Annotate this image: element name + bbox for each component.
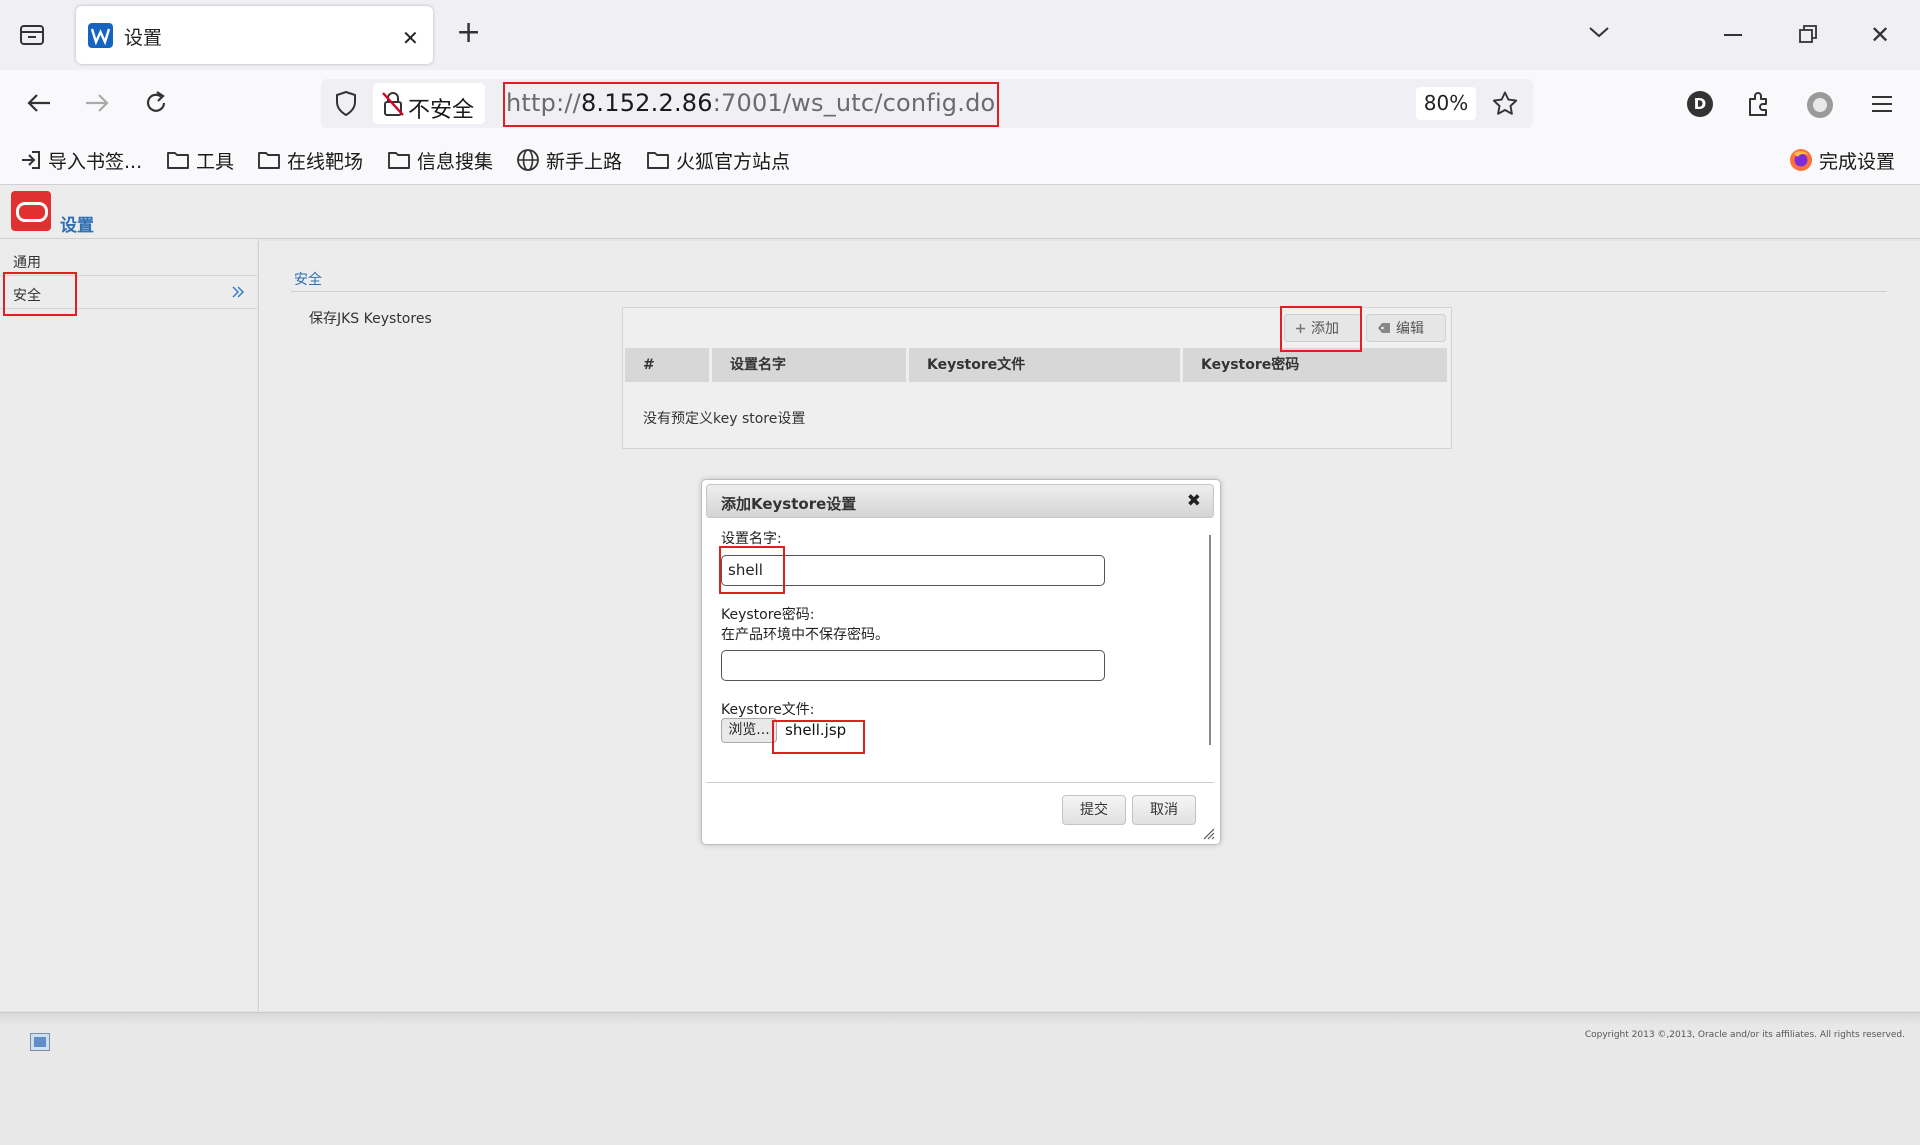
edit-button-label: 编辑 xyxy=(1396,321,1424,337)
menu-icon[interactable] xyxy=(1871,94,1893,114)
site-favicon xyxy=(88,23,113,48)
bookmark-folder-range[interactable]: 在线靶场 xyxy=(257,146,363,174)
new-tab-icon[interactable]: + xyxy=(456,18,481,48)
app-title: 设置 xyxy=(60,216,94,236)
bookmark-label: 在线靶场 xyxy=(287,150,364,173)
dialog-divider xyxy=(706,782,1214,783)
bookmark-folder-info[interactable]: 信息搜集 xyxy=(387,146,493,174)
dialog-title: 添加Keystore设置 xyxy=(721,495,857,513)
bookmark-import[interactable]: 导入书签... xyxy=(20,146,142,174)
chevron-down-icon[interactable] xyxy=(1588,24,1610,40)
extensions-icon[interactable] xyxy=(1746,90,1772,118)
bookmarks-bar: 导入书签... 工具 在线靶场 信息搜集 新手上路 火狐官方站点 完成设置 xyxy=(0,136,1920,185)
tab-strip: 设置 ✕ + ✕ xyxy=(0,0,1920,70)
password-input[interactable] xyxy=(721,650,1105,681)
double-chevron-right-icon xyxy=(231,285,245,299)
column-header-file: Keystore文件 xyxy=(909,348,1180,382)
column-header-name: 设置名字 xyxy=(712,348,906,382)
submit-button[interactable]: 提交 xyxy=(1062,795,1126,825)
account-avatar[interactable]: D xyxy=(1687,91,1713,117)
bookmark-folder-firefox[interactable]: 火狐官方站点 xyxy=(646,146,790,174)
import-icon xyxy=(22,151,40,169)
bookmark-folder-tools[interactable]: 工具 xyxy=(166,146,234,174)
bookmark-getting-started[interactable]: 新手上路 xyxy=(516,146,622,174)
edit-button[interactable]: 编辑 xyxy=(1366,314,1446,342)
addon-circle-icon[interactable] xyxy=(1807,92,1833,118)
folder-icon xyxy=(258,152,280,169)
bookmark-label: 信息搜集 xyxy=(417,150,494,173)
window-close-icon[interactable]: ✕ xyxy=(1870,21,1890,49)
footer: Copyright 2013 ©,2013, Oracle and/or its… xyxy=(0,1012,1920,1145)
column-header-index: # xyxy=(625,348,709,382)
shield-icon[interactable] xyxy=(335,91,357,116)
bookmark-label: 新手上路 xyxy=(546,150,623,173)
annotation-box-file xyxy=(772,720,865,754)
file-label: Keystore文件: xyxy=(721,702,815,718)
cancel-button[interactable]: 取消 xyxy=(1132,795,1196,825)
image-icon[interactable] xyxy=(30,1033,50,1051)
minimize-icon[interactable] xyxy=(1724,34,1742,36)
forward-icon xyxy=(84,92,110,114)
broken-lock-icon xyxy=(382,91,404,117)
resize-grip-icon[interactable] xyxy=(1201,826,1215,840)
globe-icon xyxy=(517,149,539,171)
annotation-box-sidebar xyxy=(3,272,77,316)
keystores-label: 保存JKS Keystores xyxy=(309,311,432,327)
add-keystore-dialog: 添加Keystore设置 ✖ 设置名字: shell Keystore密码: 在… xyxy=(701,479,1221,845)
password-label: Keystore密码: xyxy=(721,607,815,623)
back-icon[interactable] xyxy=(26,92,52,114)
annotation-box-name xyxy=(719,546,785,594)
tab-title: 设置 xyxy=(124,27,163,49)
firefox-icon xyxy=(1790,149,1812,171)
restore-icon[interactable] xyxy=(1799,25,1817,43)
bookmark-label: 火狐官方站点 xyxy=(676,150,791,173)
app-header: 设置 xyxy=(0,185,1920,239)
insecure-label: 不安全 xyxy=(408,98,475,123)
zoom-level[interactable]: 80% xyxy=(1416,87,1476,120)
sidebar-item-label: 通用 xyxy=(13,255,41,271)
annotation-box-add xyxy=(1280,306,1362,352)
bookmark-label: 导入书签... xyxy=(48,150,143,173)
tab-close-icon[interactable]: ✕ xyxy=(402,26,419,50)
folder-icon xyxy=(388,152,410,169)
tab-overview-icon[interactable] xyxy=(18,22,46,48)
bookmark-label: 工具 xyxy=(196,150,235,173)
finish-setup-button[interactable]: 完成设置 xyxy=(1789,146,1895,174)
table-empty-message: 没有预定义key store设置 xyxy=(643,411,806,427)
section-title: 安全 xyxy=(294,272,322,288)
finish-setup-label: 完成设置 xyxy=(1819,150,1896,173)
name-label: 设置名字: xyxy=(721,531,782,547)
tab-active[interactable]: 设置 ✕ xyxy=(76,6,433,64)
sidebar: 通用 安全 xyxy=(0,239,257,1011)
column-header-password: Keystore密码 xyxy=(1183,348,1447,382)
annotation-box-url xyxy=(503,82,999,127)
section-divider xyxy=(291,291,1887,292)
browse-button[interactable]: 浏览... xyxy=(721,718,777,743)
tag-icon xyxy=(1378,323,1390,333)
password-hint: 在产品环境中不保存密码。 xyxy=(721,627,889,643)
dialog-scrollbar[interactable] xyxy=(1209,535,1211,745)
dialog-titlebar[interactable]: 添加Keystore设置 ✖ xyxy=(706,484,1214,518)
insecure-indicator[interactable]: 不安全 xyxy=(373,83,485,124)
oracle-logo xyxy=(11,191,51,231)
copyright-text: Copyright 2013 ©,2013, Oracle and/or its… xyxy=(1584,1030,1905,1040)
bookmark-star-icon[interactable] xyxy=(1492,91,1518,116)
reload-icon[interactable] xyxy=(143,90,169,116)
folder-icon xyxy=(647,152,669,169)
folder-icon xyxy=(167,152,189,169)
dialog-close-icon[interactable]: ✖ xyxy=(1187,491,1201,511)
